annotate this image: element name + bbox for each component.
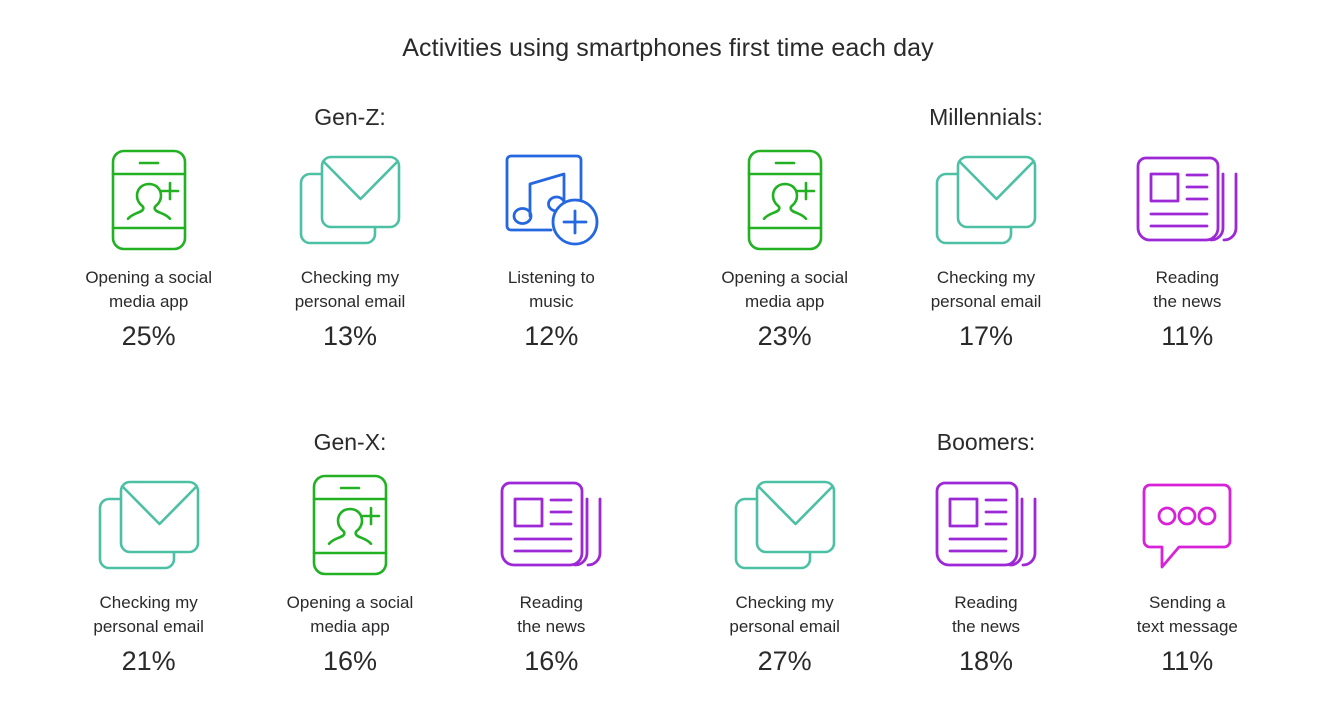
activity-percentage: 23%: [757, 321, 812, 351]
activity-item: Sending a text message 11%: [1095, 473, 1280, 677]
activity-percentage: 16%: [322, 646, 377, 676]
activity-label: Sending a text message: [1136, 593, 1238, 636]
envelope-icon: [97, 473, 201, 577]
music-add-icon: [499, 148, 603, 252]
activity-item: Opening a social media app 23%: [692, 148, 877, 352]
activity-label: Checking my personal email: [729, 593, 840, 636]
activity-item: Checking my personal email 17%: [893, 148, 1078, 352]
panel-title: Gen-Z:: [314, 104, 386, 130]
panel-items: Checking my personal email 21% Opening a…: [40, 473, 660, 677]
activity-label: Reading the news: [951, 593, 1020, 636]
panel-title: Boomers:: [936, 429, 1036, 455]
panel-title: Gen-X:: [313, 429, 387, 455]
activity-percentage: 25%: [121, 321, 176, 351]
phone-social-icon: [298, 473, 402, 577]
activity-label: Listening to music: [507, 268, 595, 311]
activity-percentage: 11%: [1161, 321, 1214, 351]
phone-social-icon: [733, 148, 837, 252]
activity-item: Checking my personal email 21%: [56, 473, 241, 677]
activity-label: Checking my personal email: [294, 268, 406, 311]
activity-item: Listening to music 12%: [459, 148, 644, 352]
activity-item: Opening a social media app 25%: [56, 148, 241, 352]
activity-percentage: 16%: [524, 646, 579, 676]
activity-label: Reading the news: [1153, 268, 1222, 311]
activity-label: Opening a social media app: [721, 268, 848, 311]
activity-percentage: 11%: [1161, 646, 1214, 676]
envelope-icon: [733, 473, 837, 577]
activity-item: Checking my personal email 13%: [257, 148, 442, 352]
newspaper-icon: [499, 473, 603, 577]
panel-gen-z: Gen-Z: Opening a social media app 25% Ch…: [40, 100, 660, 390]
activity-percentage: 18%: [958, 646, 1013, 676]
panel-millennials: Millennials: Opening a social media app …: [676, 100, 1296, 390]
activity-percentage: 17%: [958, 321, 1013, 351]
activity-label: Checking my personal email: [930, 268, 1042, 311]
activity-percentage: 12%: [524, 321, 579, 351]
panel-title: Millennials:: [929, 104, 1043, 130]
activity-percentage: 13%: [322, 321, 377, 351]
envelope-icon: [298, 148, 402, 252]
newspaper-icon: [1135, 148, 1239, 252]
panel-items: Opening a social media app 25% Checking …: [40, 148, 660, 352]
panel-items: Opening a social media app 23% Checking …: [676, 148, 1296, 352]
phone-social-icon: [97, 148, 201, 252]
activity-label: Reading the news: [517, 593, 586, 636]
panel-boomers: Boomers: Checking my personal email 27%: [676, 425, 1296, 715]
activity-label: Checking my personal email: [93, 593, 204, 636]
page-title: Activities using smartphones first time …: [402, 34, 934, 62]
generation-panels: Gen-Z: Opening a social media app 25% Ch…: [0, 100, 1336, 720]
panel-gen-x: Gen-X: Checking my personal email 21% Op…: [40, 425, 660, 715]
activity-item: Reading the news 16%: [459, 473, 644, 677]
activity-item: Reading the news 11%: [1095, 148, 1280, 352]
envelope-icon: [934, 148, 1038, 252]
activity-item: Opening a social media app 16%: [257, 473, 442, 677]
activity-label: Opening a social media app: [85, 268, 212, 311]
activity-label: Opening a social media app: [286, 593, 414, 636]
activity-item: Checking my personal email 27%: [692, 473, 877, 677]
chat-bubble-icon: [1135, 473, 1239, 577]
panel-items: Checking my personal email 27% Reading t…: [676, 473, 1296, 677]
newspaper-icon: [934, 473, 1038, 577]
activity-item: Reading the news 18%: [893, 473, 1078, 677]
activity-percentage: 21%: [121, 646, 176, 676]
activity-percentage: 27%: [757, 646, 812, 676]
